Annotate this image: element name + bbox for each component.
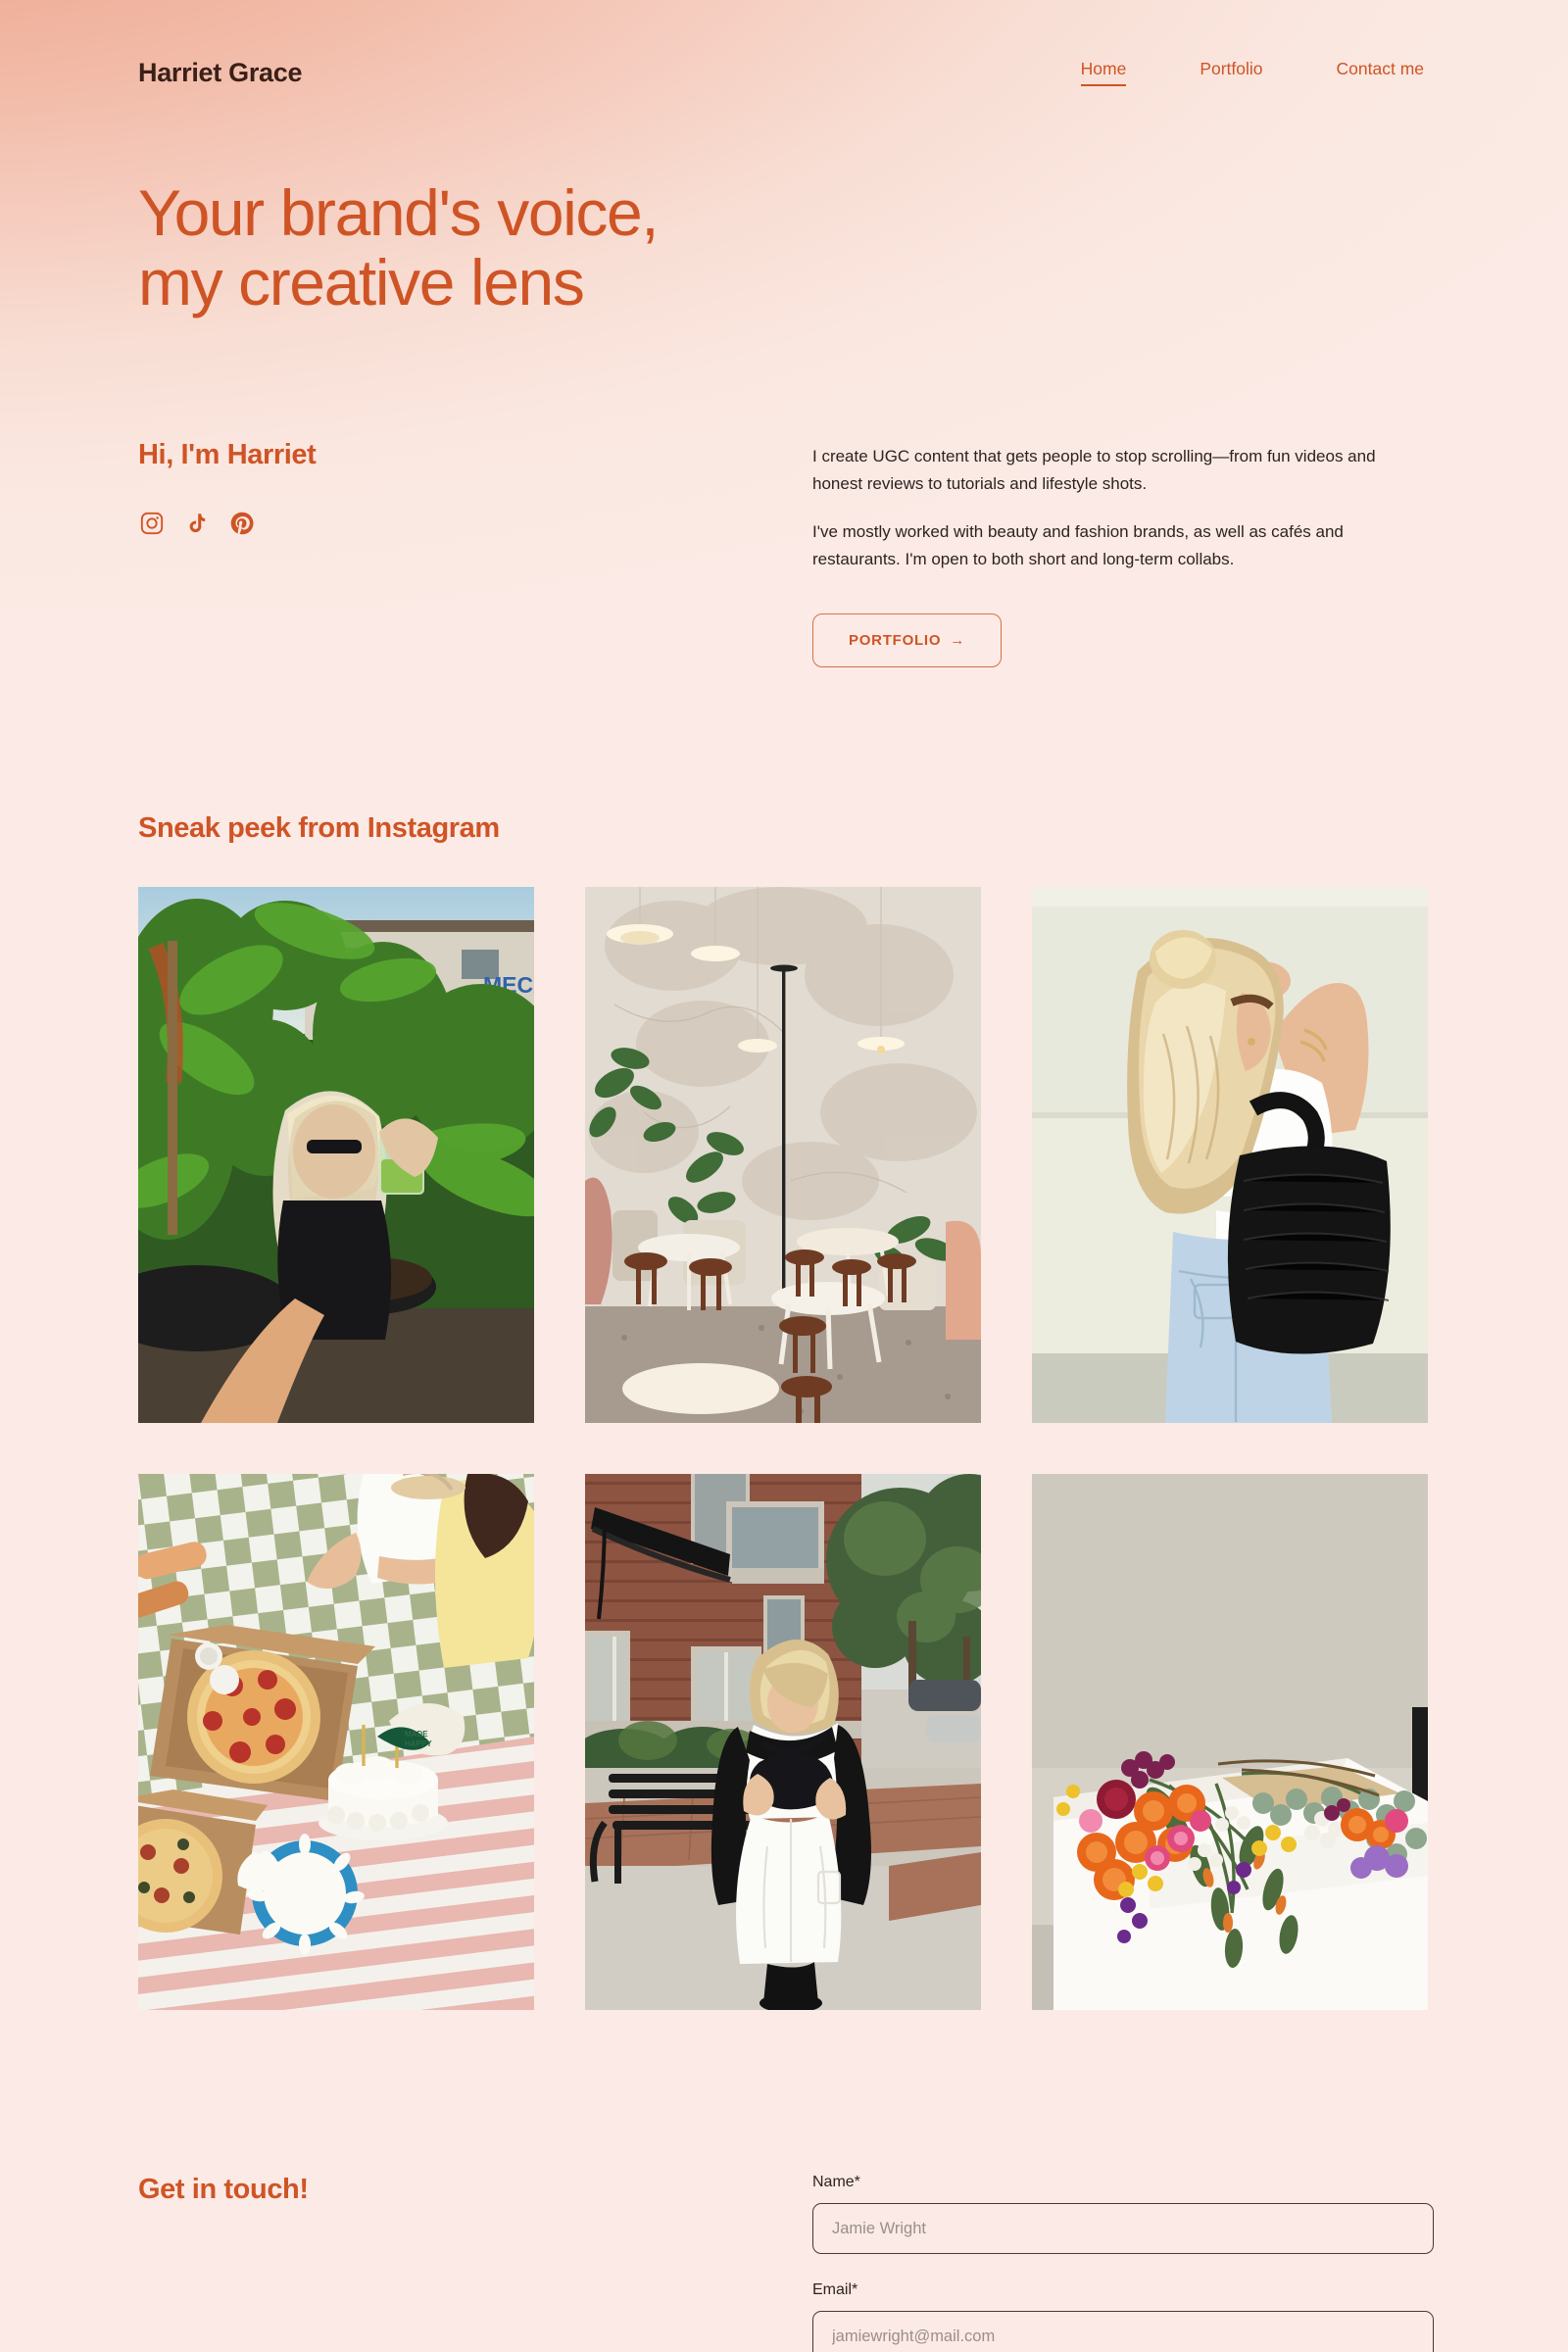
hero-title-line-1: Your brand's voice, xyxy=(138,176,660,249)
tiktok-icon[interactable] xyxy=(183,510,211,537)
instagram-gallery-section: Sneak peek from Instagram MECA & GEM ANC… xyxy=(138,812,1430,2011)
gallery-item[interactable]: MECA & GEM ANCHISS xyxy=(138,887,534,1424)
name-input[interactable] xyxy=(812,2203,1434,2255)
arrow-right-icon: → xyxy=(950,632,965,650)
instagram-icon[interactable] xyxy=(138,510,166,537)
intro-paragraph-2: I've mostly worked with beauty and fashi… xyxy=(812,522,1344,568)
intro-section: Hi, I'm Harriet I create UGC content tha… xyxy=(138,439,1430,668)
contact-form: Name* Email* xyxy=(812,2174,1434,2352)
portfolio-button-label: PORTFOLIO xyxy=(849,632,942,650)
photo-flower-arrangements xyxy=(1032,1474,1428,2011)
photo-smoothie-nursery: MECA & GEM ANCHISS xyxy=(138,887,534,1424)
gallery-grid: MECA & GEM ANCHISS xyxy=(138,887,1430,2011)
contact-section: Get in touch! Name* Email* xyxy=(138,2174,1434,2352)
intro-heading: Hi, I'm Harriet xyxy=(138,439,317,471)
name-field-group: Name* xyxy=(812,2174,1434,2255)
email-field-label: Email* xyxy=(812,2281,858,2299)
main-nav: Home Portfolio Contact me xyxy=(1080,59,1430,86)
page-root: Harriet Grace Home Portfolio Contact me … xyxy=(0,0,1568,2352)
site-logo[interactable]: Harriet Grace xyxy=(138,58,303,88)
nav-item-home[interactable]: Home xyxy=(1080,59,1126,86)
contact-heading: Get in touch! xyxy=(138,2174,309,2206)
portfolio-button[interactable]: PORTFOLIO → xyxy=(812,613,1002,668)
intro-paragraph-1: I create UGC content that gets people to… xyxy=(812,447,1376,493)
site-header: Harriet Grace Home Portfolio Contact me xyxy=(138,0,1430,98)
email-field-group: Email* xyxy=(812,2281,1434,2352)
contact-left-column: Get in touch! xyxy=(138,2174,812,2352)
hero-title-line-2: my creative lens xyxy=(138,245,585,318)
photo-picnic-pizza-cake: MADEHAPPY xyxy=(138,1474,534,2011)
photo-street-style-walk xyxy=(585,1474,981,2011)
photo-cafe-interior xyxy=(585,887,981,1424)
gallery-item[interactable] xyxy=(585,887,981,1424)
gallery-item[interactable] xyxy=(1032,1474,1428,2011)
intro-right-column: I create UGC content that gets people to… xyxy=(812,439,1430,668)
pinterest-icon[interactable] xyxy=(228,510,256,537)
svg-text:HAPPY: HAPPY xyxy=(405,1740,432,1748)
photo-tote-bag-outfit xyxy=(1032,887,1428,1424)
page-title: Your brand's voice, my creative lens xyxy=(138,178,1430,317)
nav-item-contact-me[interactable]: Contact me xyxy=(1337,59,1424,86)
hero-section: Your brand's voice, my creative lens xyxy=(138,178,1430,317)
gallery-item[interactable] xyxy=(585,1474,981,2011)
svg-text:MADE: MADE xyxy=(405,1730,428,1739)
social-links xyxy=(138,510,812,537)
gallery-item[interactable]: MADE HAPPY xyxy=(138,1474,534,2011)
gallery-item[interactable] xyxy=(1032,887,1428,1424)
name-field-label: Name* xyxy=(812,2174,860,2191)
intro-left-column: Hi, I'm Harriet xyxy=(138,439,812,667)
nav-item-portfolio[interactable]: Portfolio xyxy=(1200,59,1262,86)
email-input[interactable] xyxy=(812,2311,1434,2352)
gallery-heading: Sneak peek from Instagram xyxy=(138,812,500,845)
